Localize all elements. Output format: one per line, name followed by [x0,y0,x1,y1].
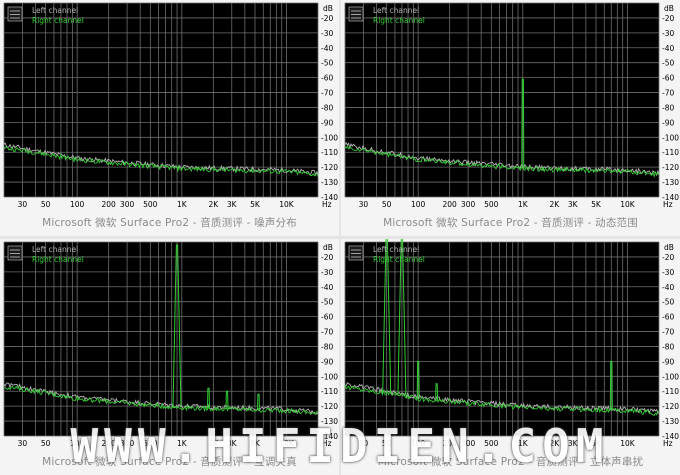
x-tick-label: 50 [382,200,392,209]
y-tick-label: -110 [662,148,679,157]
y-tick-label: -120 [662,163,679,172]
y-tick-label: -120 [662,402,679,411]
y-tick-label: -60 [662,74,674,83]
y-tick-label: -100 [321,133,338,142]
legend-entry: Left channel [373,6,419,15]
x-tick-label: 30 [359,200,369,209]
y-tick-label: -20 [321,253,333,262]
legend-icon [348,245,364,261]
x-tick-label: 2K [549,200,560,209]
x-tick-label: 5K [250,200,261,209]
x-tick-label: 30 [18,200,28,209]
y-tick-label: -60 [321,74,333,83]
y-tick-label: -40 [321,283,333,292]
y-unit-label: dB [323,243,333,252]
y-tick-label: -20 [662,14,674,23]
y-tick-label: -30 [662,29,674,38]
y-tick-label: -50 [662,298,674,307]
y-tick-label: -100 [662,133,679,142]
x-tick-label: 500 [484,200,499,209]
y-tick-label: -70 [662,89,674,98]
y-tick-label: -50 [662,59,674,68]
y-tick-label: -20 [662,253,674,262]
y-tick-label: -60 [321,313,333,322]
y-tick-label: -30 [321,29,333,38]
x-tick-label: 3K [568,200,579,209]
y-tick-label: -100 [321,372,338,381]
y-tick-label: -90 [662,357,674,366]
y-tick-label: -120 [321,163,338,172]
y-tick-label: -110 [321,148,338,157]
x-tick-label: 50 [41,200,51,209]
y-tick-label: -40 [662,283,674,292]
x-tick-label: 2K [208,200,219,209]
x-tick-label: 5K [591,200,602,209]
chart-caption: Microsoft 微软 Surface Pro2 - 音质测评 - 动态范围 [383,217,638,229]
chart-panel-dynamic-range: -20 -30 -40 -50 -60 -70 -80 -90 -100 -110 -120 -130… [341,0,680,236]
x-tick-label: 10K [279,200,295,209]
x-unit-label: Hz [322,200,332,209]
y-unit-label: dB [664,243,674,252]
y-tick-label: -70 [321,89,333,98]
chart-caption: Microsoft 微软 Surface Pro2 - 音质测评 - 噪声分布 [42,217,297,229]
chart-svg: -20 -30 -40 -50 -60 -70 -80 -90 -100 -110 -120 -130… [344,2,679,209]
x-tick-label: 200 [443,200,458,209]
y-tick-label: -130 [321,178,338,187]
y-tick-label: -40 [321,44,333,53]
y-tick-label: -100 [662,372,679,381]
y-tick-label: -60 [662,313,674,322]
y-tick-label: -80 [321,342,333,351]
legend-icon [7,245,23,261]
legend-icon [7,6,23,22]
y-tick-label: -80 [662,103,674,112]
y-tick-label: -30 [662,268,674,277]
y-unit-label: dB [323,4,333,13]
y-tick-label: -30 [321,268,333,277]
y-tick-label: -70 [662,328,674,337]
y-tick-label: -90 [321,357,333,366]
y-tick-label: -50 [321,298,333,307]
y-tick-label: -70 [321,328,333,337]
y-tick-label: -120 [321,402,338,411]
y-tick-label: -80 [321,103,333,112]
legend-entry: Right channel [373,16,425,25]
y-tick-label: -20 [321,14,333,23]
y-tick-label: -90 [321,118,333,127]
x-tick-label: 500 [143,200,158,209]
x-tick-label: 300 [120,200,135,209]
legend-entry: Left channel [32,245,78,254]
y-tick-label: -50 [321,59,333,68]
x-tick-label: 10K [620,200,636,209]
legend-entry: Right channel [373,255,425,264]
chart-panel-noise: -20 -30 -40 -50 -60 -70 -80 -90 -100 -110 -120 -130… [0,0,339,236]
y-tick-label: -110 [321,387,338,396]
legend-entry: Left channel [373,245,419,254]
legend-entry: Left channel [32,6,78,15]
y-tick-label: -90 [662,118,674,127]
y-tick-label: -80 [662,342,674,351]
x-tick-label: 1K [177,200,188,209]
legend-entry: Right channel [32,16,84,25]
y-tick-label: -40 [662,44,674,53]
chart-svg: -20 -30 -40 -50 -60 -70 -80 -90 -100 -110 -120 -130… [3,2,338,209]
y-tick-label: -130 [662,178,679,187]
legend-entry: Right channel [32,255,84,264]
y-unit-label: dB [664,4,674,13]
x-tick-label: 3K [227,200,238,209]
watermark-text: WWW.HIFIDIEN.COM [70,419,610,473]
x-tick-label: 300 [461,200,476,209]
x-tick-label: 200 [102,200,117,209]
x-tick-label: 100 [70,200,85,209]
legend-icon [348,6,364,22]
x-tick-label: 100 [411,200,426,209]
x-tick-label: 1K [518,200,529,209]
x-unit-label: Hz [663,200,673,209]
y-tick-label: -110 [662,387,679,396]
plot-area [345,3,659,197]
